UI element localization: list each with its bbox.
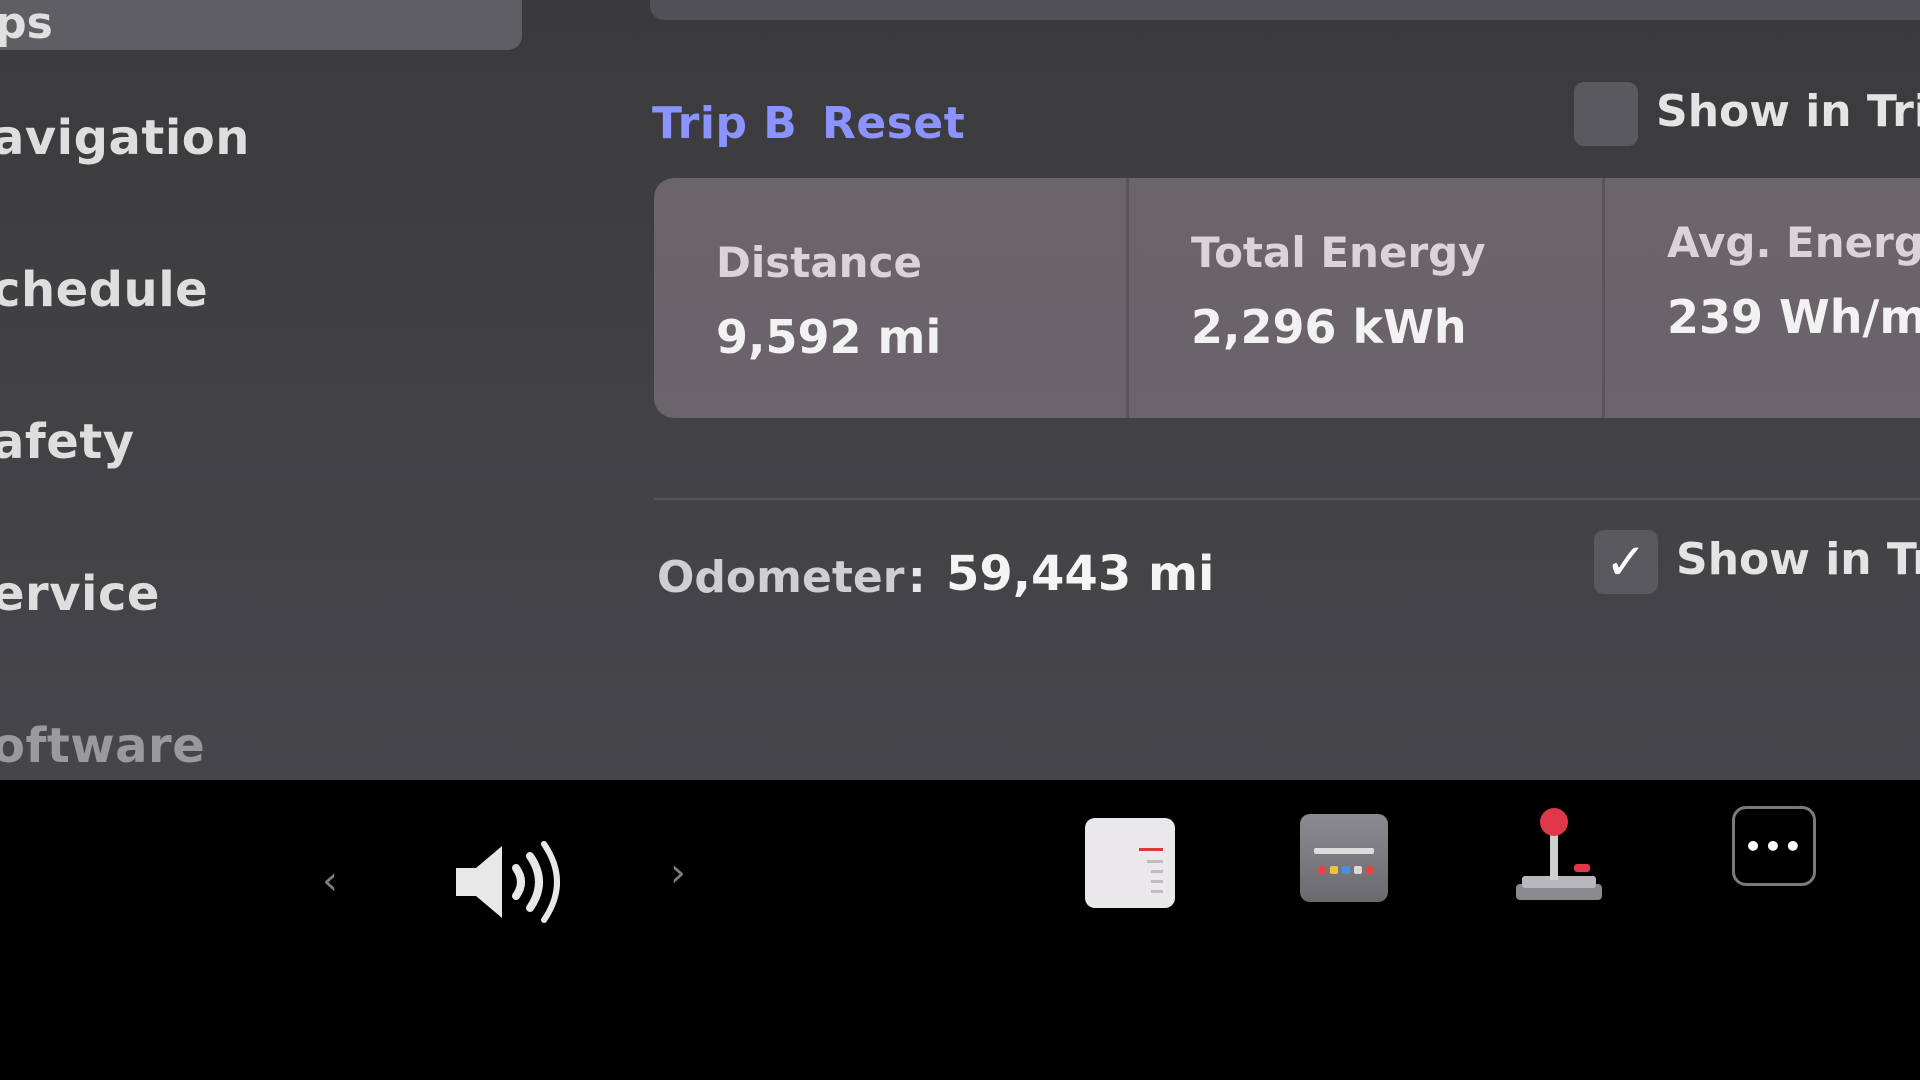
calendar-line (1151, 870, 1163, 873)
show-odometer-checkbox[interactable]: ✓ (1594, 530, 1658, 594)
sidebar-item-navigation[interactable]: avigation (0, 110, 250, 166)
sidebar-item-trips[interactable]: ips (0, 0, 522, 50)
calendar-line (1151, 880, 1163, 883)
distance-label: Distance (716, 238, 922, 287)
avg-energy-label: Avg. Energy (1667, 218, 1920, 267)
calendar-marker (1139, 848, 1163, 851)
distance-stat: Distance 9,592 mi (654, 178, 1126, 418)
sidebar-item-software[interactable]: oftware (0, 718, 205, 774)
section-divider (654, 498, 1920, 500)
reset-trip-b-button[interactable]: Reset (822, 98, 965, 149)
calendar-line (1151, 890, 1163, 893)
avg-energy-value: 239 Wh/mi (1667, 290, 1920, 344)
show-trip-b-checkbox[interactable] (1574, 82, 1638, 146)
toybox-dots (1318, 866, 1374, 874)
calendar-line (1147, 860, 1163, 863)
calendar-app-icon[interactable] (1085, 818, 1175, 908)
volume-icon[interactable] (450, 832, 570, 932)
dock-next-arrow[interactable]: › (670, 850, 686, 896)
show-trip-b-label: Show in Trip (1656, 86, 1920, 137)
more-icon[interactable]: ••• (1732, 806, 1816, 886)
sidebar-item-schedule[interactable]: chedule (0, 262, 208, 318)
distance-value: 9,592 mi (716, 310, 942, 364)
sidebar-item-service[interactable]: ervice (0, 566, 160, 622)
odometer-value: 59,443 mi (946, 546, 1215, 602)
sidebar-item-label: ips (0, 0, 53, 49)
trip-b-stats-panel: Distance 9,592 mi Total Energy 2,296 kWh… (654, 178, 1920, 418)
avg-energy-stat: Avg. Energy 239 Wh/mi (1605, 178, 1920, 418)
toybox-stripe (1314, 848, 1374, 854)
sidebar-item-safety[interactable]: afety (0, 414, 135, 470)
total-energy-label: Total Energy (1191, 228, 1486, 277)
trip-b-title: Trip B (652, 98, 798, 149)
top-panel-edge (650, 0, 1920, 20)
total-energy-stat: Total Energy 2,296 kWh (1129, 178, 1601, 418)
arcade-joystick-icon[interactable] (1514, 806, 1604, 906)
checkmark-icon: ✓ (1605, 533, 1647, 591)
settings-screen: ips avigation chedule afety ervice oftwa… (0, 0, 1920, 780)
odometer-separator: : (908, 552, 926, 603)
toybox-app-icon[interactable] (1300, 814, 1388, 902)
total-energy-value: 2,296 kWh (1191, 300, 1467, 354)
dock-prev-arrow[interactable]: ‹ (322, 858, 338, 904)
odometer-label: Odometer (657, 552, 905, 603)
show-odometer-label: Show in Tri (1676, 534, 1920, 585)
